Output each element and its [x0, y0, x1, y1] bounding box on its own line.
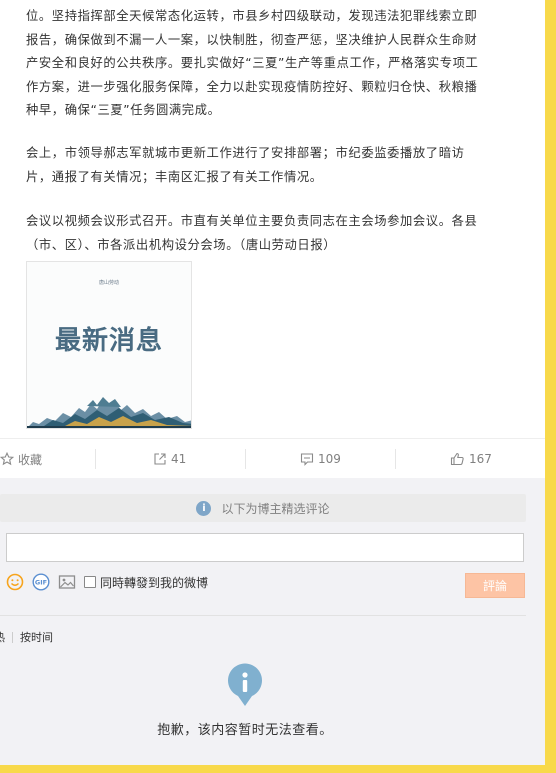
image-top-text: 唐山劳动 — [98, 280, 119, 286]
action-divider — [395, 449, 396, 469]
repost-to-my-weibo-checkbox[interactable]: 同時轉發到我的微博 — [84, 574, 208, 591]
action-divider — [95, 449, 96, 469]
empty-content-message: 抱歉，该内容暂时无法查看。 — [157, 723, 333, 738]
thumbs-up-icon — [450, 452, 464, 466]
star-icon — [0, 452, 14, 466]
sort-hot-tab[interactable]: 热 — [0, 629, 5, 645]
comment-input[interactable] — [6, 533, 524, 562]
article-paragraph-3: 会议以视频会议形式召开。市直有关单位主要负责同志在主会场参加会议。各县 （市、区… — [26, 214, 478, 252]
mountain-landscape-graphic — [27, 397, 191, 428]
article-paragraph-2: 会上，市领导郝志军就城市更新工作进行了安排部署；市纪委监委播放了暗访 片，通报了… — [26, 146, 465, 184]
featured-comments-notice: i 以下为博主精选评论 — [0, 494, 526, 522]
image-icon — [58, 575, 76, 589]
repost-count: 41 — [171, 452, 187, 466]
share-icon — [154, 453, 166, 465]
favorite-button[interactable]: 收藏 — [0, 439, 42, 479]
sort-by-time-tab[interactable]: 按时间 — [20, 629, 53, 645]
comment-sort-tabs: 热 按时间 — [0, 629, 53, 645]
checkbox-box[interactable] — [84, 576, 96, 588]
gif-button[interactable]: GIF — [32, 573, 50, 591]
repost-button[interactable]: 41 — [153, 439, 186, 479]
notice-text: 以下为博主精选评论 — [221, 501, 330, 516]
article-paragraph-1: 位。坚持指挥部全天候常态化运转，市县乡村四级联动，发现违法犯罪线索立即 报告，确… — [26, 9, 479, 117]
action-divider — [245, 449, 246, 469]
image-upload-button[interactable] — [58, 573, 76, 591]
weibo-post-card: 位。坚持指挥部全天候常态化运转，市县乡村四级联动，发现违法犯罪线索立即 报告，确… — [0, 0, 545, 765]
image-title: 最新消息 — [54, 326, 163, 356]
article-image[interactable]: 唐山劳动 最新消息 — [26, 261, 192, 429]
repost-checkbox-label: 同時轉發到我的微博 — [100, 575, 209, 590]
gif-icon: GIF — [32, 573, 50, 591]
comment-button[interactable]: 109 — [300, 439, 341, 479]
like-count: 167 — [469, 452, 492, 466]
sort-divider — [12, 631, 13, 643]
submit-comment-button[interactable]: 評論 — [465, 573, 525, 598]
favorite-label: 收藏 — [18, 452, 43, 467]
comment-count: 109 — [318, 452, 341, 466]
comment-icon — [300, 453, 314, 466]
info-icon: i — [196, 500, 212, 516]
svg-text:GIF: GIF — [35, 579, 47, 587]
comment-section: i 以下为博主精选评论 GIF 同時轉發到我的微博 評論 按时间 抱歉，该内容暂… — [0, 478, 545, 765]
emoji-button[interactable] — [6, 573, 24, 591]
comment-divider — [0, 615, 526, 616]
info-pin-icon — [228, 663, 262, 706]
like-button[interactable]: 167 — [450, 439, 492, 479]
post-action-bar: 收藏 41 109 167 — [0, 438, 545, 479]
comment-toolbar: GIF 同時轉發到我的微博 — [6, 572, 208, 592]
emoji-icon — [6, 573, 24, 591]
